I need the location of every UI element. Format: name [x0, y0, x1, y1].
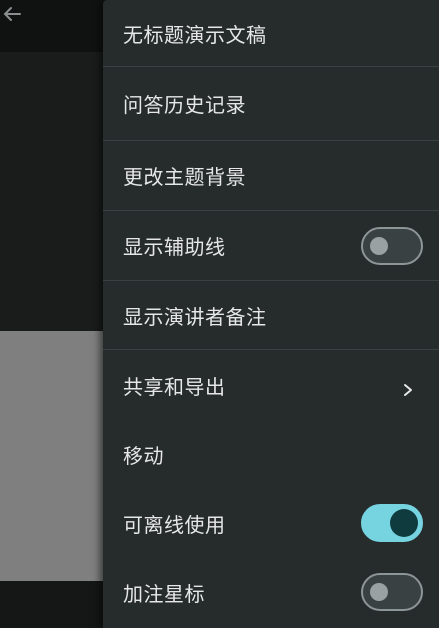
menu-item-label: 显示演讲者备注	[123, 304, 267, 329]
background-slide-thumbnail	[0, 331, 110, 581]
document-title: 无标题演示文稿	[123, 22, 267, 47]
toggle-knob	[390, 509, 418, 537]
menu-title-row: 无标题演示文稿	[103, 0, 439, 66]
menu-item-label: 更改主题背景	[123, 165, 246, 189]
menu-item-available-offline[interactable]: 可离线使用	[103, 488, 439, 558]
menu-item-show-guides[interactable]: 显示辅助线	[103, 211, 439, 280]
menu-item-label: 显示辅助线	[123, 235, 226, 259]
arrow-left-icon[interactable]	[0, 2, 24, 26]
menu-item-label: 问答历史记录	[123, 93, 246, 117]
show-guides-toggle[interactable]	[361, 226, 423, 265]
menu-item-add-star[interactable]: 加注星标	[103, 558, 439, 626]
menu-item-label: 可离线使用	[123, 512, 226, 537]
chevron-right-icon	[401, 378, 415, 396]
menu-item-qa-history[interactable]: 问答历史记录	[103, 67, 439, 140]
menu-item-move[interactable]: 移动	[103, 420, 439, 488]
menu-item-change-theme[interactable]: 更改主题背景	[103, 141, 439, 210]
add-star-toggle[interactable]	[361, 573, 423, 611]
overflow-menu: 无标题演示文稿 问答历史记录 更改主题背景 显示辅助线 显示演讲者备注 共享和导…	[103, 0, 439, 628]
menu-item-label: 移动	[123, 443, 164, 468]
available-offline-toggle[interactable]	[361, 504, 423, 542]
app-screen: 无标题演示文稿 问答历史记录 更改主题背景 显示辅助线 显示演讲者备注 共享和导…	[0, 0, 439, 628]
toggle-knob	[370, 236, 388, 255]
toggle-knob	[370, 583, 388, 601]
menu-item-show-speaker-notes[interactable]: 显示演讲者备注	[103, 281, 439, 349]
menu-item-share-export[interactable]: 共享和导出	[103, 350, 439, 420]
menu-item-label: 加注星标	[123, 581, 205, 606]
menu-item-label: 共享和导出	[123, 374, 226, 399]
background-bottom-area	[0, 581, 110, 628]
